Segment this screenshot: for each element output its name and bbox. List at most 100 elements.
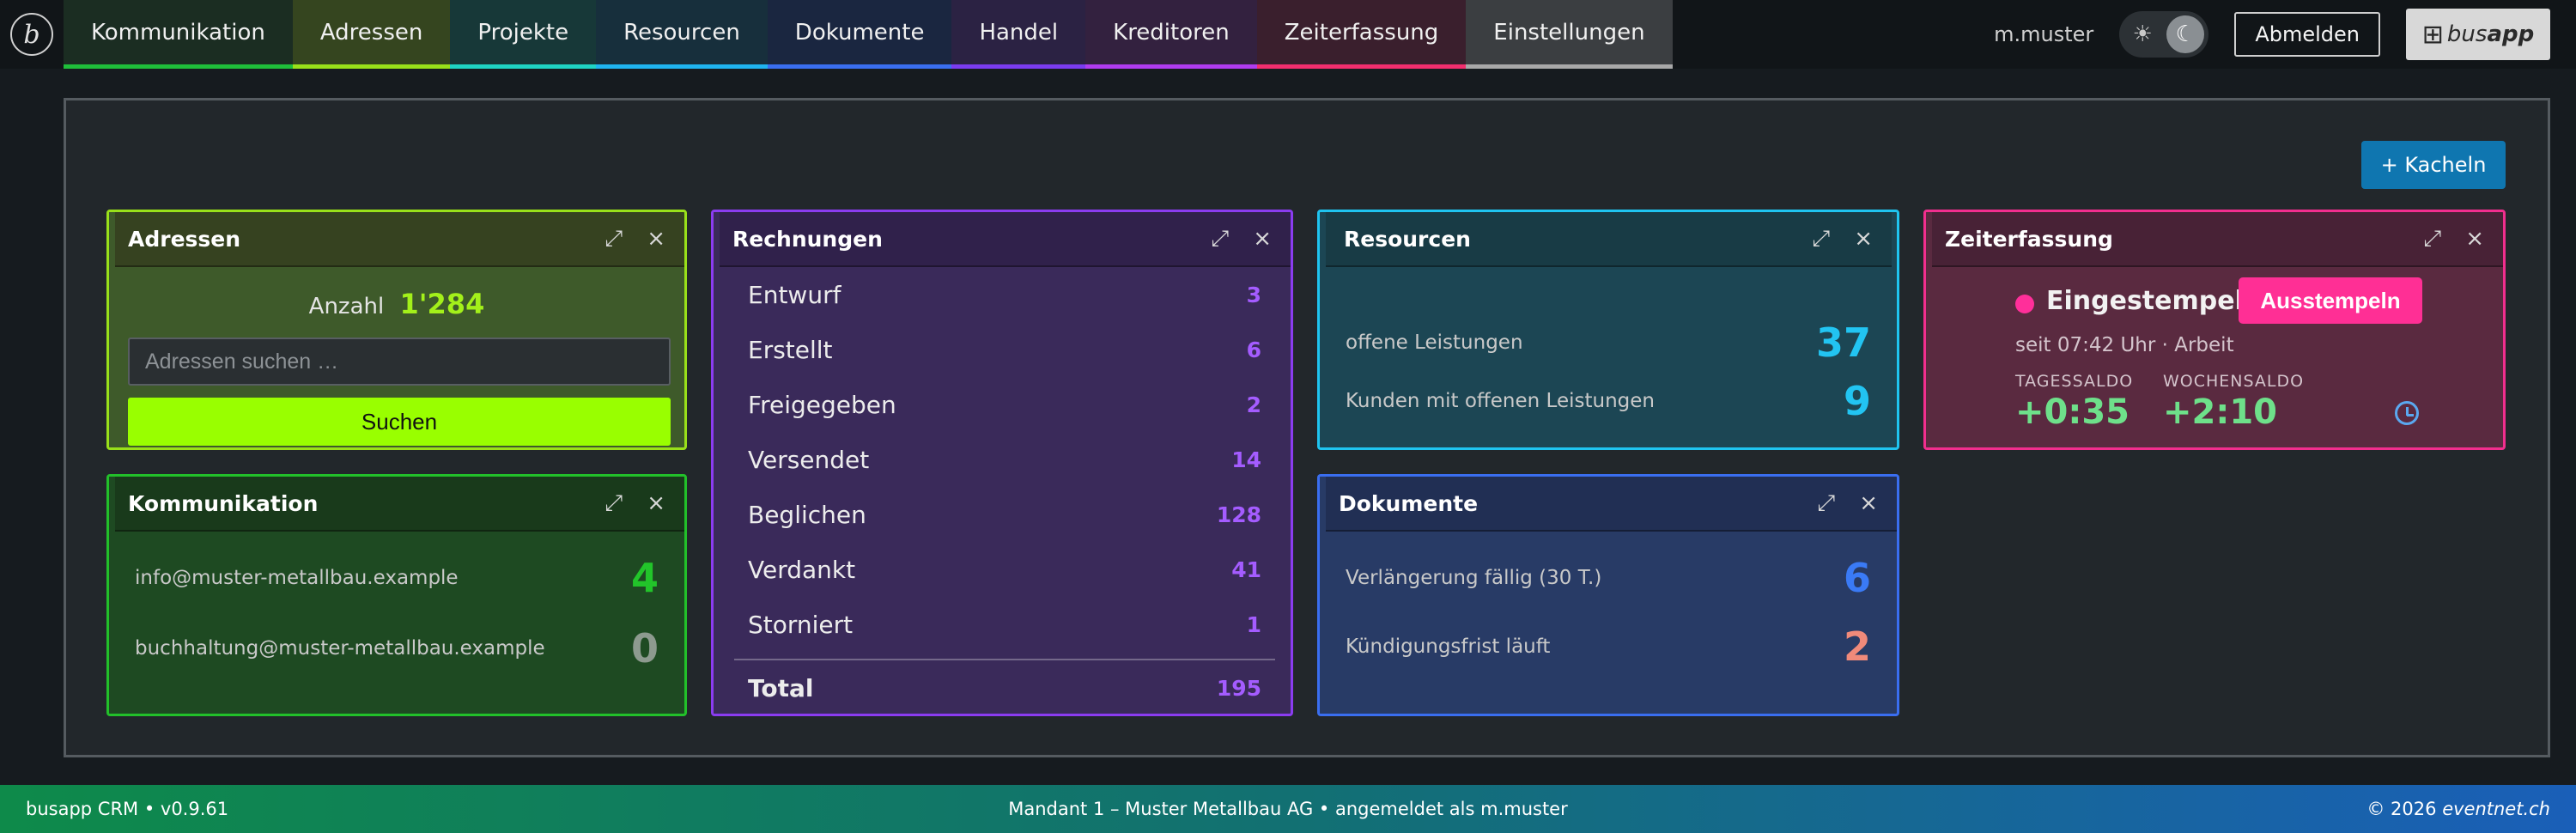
widget-title: Rechnungen [732,226,883,252]
resource-stat-value: 37 [1815,319,1871,366]
resource-stat-value: 9 [1843,378,1871,424]
username: m.muster [1994,22,2094,46]
copyright-brand[interactable]: eventnet.ch [2442,799,2550,819]
mailbox-row[interactable]: buchhaltung@muster-metallbau.example 0 [135,621,659,676]
clock-status: Eingestempelt [2046,286,2257,316]
invoice-total-count: 195 [1216,675,1261,701]
app-logo[interactable]: b [0,0,64,69]
invoice-status-label: Versendet [748,445,870,474]
expand-icon[interactable]: ⤢ [605,490,623,517]
document-stat-label: Verlängerung fällig (30 T.) [1346,567,1602,589]
close-icon[interactable]: × [1253,226,1272,252]
search-button[interactable]: Suchen [128,398,671,446]
widget-adressen: Adressen ⤢ × Anzahl 1'284 Suchen [106,210,687,450]
invoice-status-count: 14 [1231,447,1261,472]
theme-toggle[interactable]: ☀ ☾ [2119,11,2209,58]
expand-icon[interactable]: ⤢ [1812,226,1830,252]
resource-stat-row[interactable]: Kunden mit offenen Leistungen 9 [1346,374,1871,429]
widget-dokumente: Dokumente ⤢ × Verlängerung fällig (30 T.… [1317,474,1899,716]
invoice-status-row[interactable]: Versendet 14 [748,432,1261,487]
expand-icon[interactable]: ⤢ [605,226,623,252]
nav-tab-projekte[interactable]: Projekte [450,0,597,69]
nav-tab-kommunikation[interactable]: Kommunikation [64,0,293,69]
logout-button[interactable]: Abmelden [2234,12,2380,57]
moon-icon[interactable]: ☾ [2166,15,2205,53]
invoice-status-label: Verdankt [748,555,856,584]
invoice-status-label: Beglichen [748,500,866,529]
nav-tab-handel[interactable]: Handel [951,0,1086,69]
widget-title: Kommunikation [128,490,319,516]
nav-tab-zeiterfassung[interactable]: Zeiterfassung [1256,0,1467,69]
close-icon[interactable]: × [1854,226,1873,252]
widget-title: Zeiterfassung [1945,226,2113,252]
invoice-status-count: 128 [1216,502,1261,527]
invoice-status-row[interactable]: Entwurf 3 [748,267,1261,322]
nav-tab-resourcen[interactable]: Resourcen [596,0,768,69]
close-icon[interactable]: × [647,490,665,516]
widget-title: Adressen [128,226,241,252]
brand-name-light: bus [2446,21,2488,47]
invoice-status-row[interactable]: Beglichen 128 [748,487,1261,542]
invoice-total-row: Total 195 [748,660,1261,714]
clock-out-button[interactable]: Ausstempeln [2239,277,2422,324]
widget-resourcen: Resourcen ⤢ × offene Leistungen 37 Kunde… [1317,210,1899,450]
close-icon[interactable]: × [2465,226,2484,252]
add-tiles-button[interactable]: + Kacheln [2361,141,2506,189]
widget-rechnungen: Rechnungen ⤢ × Entwurf 3 Erstellt 6 Frei… [711,210,1293,716]
nav-tab-adressen[interactable]: Adressen [292,0,451,69]
footer: busapp CRM • v0.9.61 Mandant 1 – Muster … [0,785,2576,833]
invoice-status-row[interactable]: Storniert 1 [748,597,1261,652]
week-balance-value: +2:10 [2163,392,2278,432]
invoice-status-label: Entwurf [748,280,841,309]
invoice-status-label: Erstellt [748,335,833,364]
mailbox-count: 4 [630,555,659,601]
clock-icon[interactable] [2395,401,2419,425]
address-search-input[interactable] [128,337,671,386]
document-stat-row[interactable]: Verlängerung fällig (30 T.) 6 [1346,550,1871,605]
app-version: busapp CRM • v0.9.61 [26,799,229,819]
top-navigation: b Kommunikation Adressen Projekte Resourcen… [0,0,2576,69]
week-balance-label: WOCHENSALDO [2163,372,2305,391]
invoice-status-row[interactable]: Erstellt 6 [748,322,1261,377]
document-stat-row[interactable]: Kündigungsfrist läuft 2 [1346,619,1871,674]
widget-title: Resourcen [1344,226,1471,252]
tenant-info: Mandant 1 – Muster Metallbau AG • angeme… [1008,799,1568,819]
invoice-status-row[interactable]: Verdankt 41 [748,542,1261,597]
mailbox-row[interactable]: info@muster-metallbau.example 4 [135,550,659,605]
sun-icon[interactable]: ☀ [2123,15,2161,53]
count-value: 1'284 [399,288,485,320]
expand-icon[interactable]: ⤢ [2423,226,2441,252]
clocked-in-since: seit 07:42 Uhr · Arbeit [2015,334,2234,356]
document-stat-label: Kündigungsfrist läuft [1346,635,1551,658]
widget-kommunikation: Kommunikation ⤢ × info@muster-metallbau.… [106,474,687,716]
nav-tab-einstellungen[interactable]: Einstellungen [1466,0,1673,69]
address-count: Anzahl 1'284 [109,288,684,320]
widget-header: Resourcen ⤢ × [1325,212,1892,267]
invoice-status-count: 6 [1246,337,1261,362]
nav-tabs: Kommunikation Adressen Projekte Resourcen Do… [64,0,1673,69]
mailbox-count: 0 [630,625,659,672]
day-balance-value: +0:35 [2015,392,2130,432]
close-icon[interactable]: × [1859,490,1878,516]
invoice-total-label: Total [748,673,814,702]
expand-icon[interactable]: ⤢ [1817,490,1835,517]
resource-stat-label: Kunden mit offenen Leistungen [1346,390,1655,412]
app-logo-icon: b [10,13,53,56]
expand-icon[interactable]: ⤢ [1211,226,1229,252]
invoice-status-label: Storniert [748,610,854,639]
nav-tab-kreditoren[interactable]: Kreditoren [1085,0,1257,69]
nav-tab-dokumente[interactable]: Dokumente [767,0,952,69]
brand-name: busapp [2447,21,2534,47]
widget-header: Dokumente ⤢ × [1320,477,1897,532]
invoice-status-row[interactable]: Freigegeben 2 [748,377,1261,432]
widget-header: Adressen ⤢ × [109,212,684,267]
widget-title: Dokumente [1339,490,1479,516]
document-stat-value: 6 [1843,555,1871,601]
resource-stat-row[interactable]: offene Leistungen 37 [1346,315,1871,370]
busapp-grid-icon: ⊞ [2421,19,2444,50]
day-balance-label: TAGESSALDO [2015,372,2134,391]
close-icon[interactable]: × [647,226,665,252]
widget-zeiterfassung: Zeiterfassung ⤢ × Eingestempelt Ausstemp… [1923,210,2506,450]
brand-name-bold: app [2487,21,2535,47]
status-dot-icon [2015,295,2034,313]
